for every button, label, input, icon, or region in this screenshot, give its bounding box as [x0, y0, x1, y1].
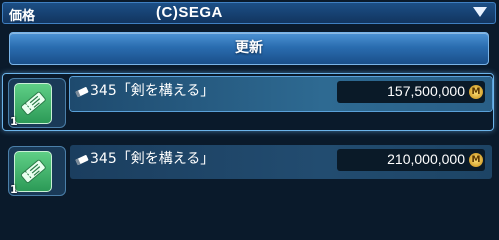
list-item[interactable]: 1 345「剣を構える」 157,500,000 M [0, 71, 496, 131]
item-quantity: 1 [10, 183, 18, 196]
price-box: 210,000,000 M [337, 149, 485, 171]
tag-icon [75, 151, 89, 170]
ticket-icon [14, 151, 52, 192]
item-price: 210,000,000 [387, 151, 465, 167]
price-box: 157,500,000 M [337, 81, 485, 103]
chevron-down-icon[interactable] [473, 7, 487, 17]
list-item[interactable]: 1 345「剣を構える」 210,000,000 M [0, 139, 496, 197]
copyright-watermark: (C)SEGA [156, 4, 223, 21]
item-name: 345「剣を構える」 [90, 83, 215, 99]
meseta-currency-icon: M [469, 153, 483, 167]
ticket-icon [14, 83, 52, 124]
refresh-button[interactable]: 更新 [9, 32, 489, 65]
item-price: 157,500,000 [387, 83, 465, 99]
sort-label: 価格 [9, 9, 36, 24]
item-icon-frame: 1 [8, 78, 66, 128]
meseta-currency-icon: M [469, 85, 483, 99]
item-name: 345「剣を構える」 [90, 151, 215, 167]
item-icon-frame: 1 [8, 146, 66, 196]
item-quantity: 1 [10, 115, 18, 128]
sort-dropdown[interactable]: 価格 (C)SEGA [2, 2, 496, 24]
tag-icon [75, 83, 89, 102]
